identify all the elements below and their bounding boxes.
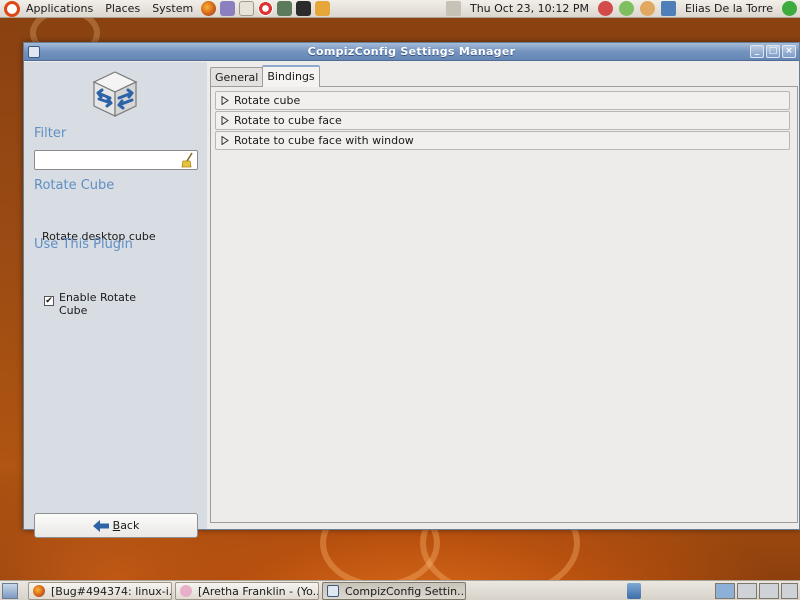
minimize-button[interactable]: _ [750,45,764,58]
pidgin-launcher-icon[interactable] [220,1,236,16]
filter-input[interactable] [34,150,198,170]
enable-plugin-checkbox[interactable]: ✔ [44,296,54,306]
window-titlebar[interactable]: CompizConfig Settings Manager _ □ × [24,43,799,61]
tab-general[interactable]: General [210,67,264,87]
terminal-launcher-icon[interactable] [296,1,312,16]
show-desktop-icon[interactable] [2,583,18,599]
binding-rotate-cube[interactable]: Rotate cube [215,91,790,110]
task-label: CompizConfig Settin... [345,584,466,598]
expander-arrow-icon[interactable] [221,116,229,125]
use-plugin-heading: Use This Plugin [34,237,133,252]
player-icon [180,585,192,597]
sidebar: Filter Rotate Cube Rotate desktop cube U… [24,62,207,538]
tab-bindings[interactable]: Bindings [262,65,320,87]
task-label: [Aretha Franklin - (Yo... [198,584,319,598]
expander-arrow-icon[interactable] [221,136,229,145]
menu-system[interactable]: System [146,0,199,18]
enable-plugin-label[interactable]: Enable Rotate Cube [59,291,149,317]
maximize-button[interactable]: □ [766,45,780,58]
workspace-1[interactable] [715,583,735,599]
firefox-launcher-icon[interactable] [201,1,217,16]
ccsm-icon [327,585,339,597]
plugin-heading: Rotate Cube [34,178,115,193]
binding-rotate-to-face-with-window[interactable]: Rotate to cube face with window [215,131,790,150]
trash-icon[interactable] [627,583,641,599]
binding-rotate-to-face[interactable]: Rotate to cube face [215,111,790,130]
logout-icon[interactable] [782,1,797,16]
help-launcher-icon[interactable] [258,1,274,16]
top-panel: Applications Places System Thu Oct 23, 1… [0,0,800,18]
back-button-label: Back [112,519,140,532]
ccsm-window: CompizConfig Settings Manager _ □ × Filt… [23,42,800,538]
task-music-player[interactable]: [Aretha Franklin - (Yo... [175,582,319,600]
clear-filter-icon[interactable] [181,152,195,168]
tab-bar: General Bindings [210,65,320,87]
menu-applications[interactable]: Applications [20,0,99,18]
task-bug-report[interactable]: [Bug#494374: linux-i... [28,582,172,600]
volume-icon[interactable] [445,1,461,16]
user-name[interactable]: Elias De la Torre [679,0,779,18]
calculator-launcher-icon[interactable] [277,1,293,16]
workspace-4[interactable] [781,583,798,599]
menu-places[interactable]: Places [99,0,146,18]
expander-arrow-icon[interactable] [221,96,229,105]
power-icon[interactable] [597,1,613,16]
task-label: [Bug#494374: linux-i... [51,584,172,598]
network-icon[interactable] [660,1,676,16]
firefox-icon [33,585,45,597]
rotate-cube-plugin-icon [92,71,138,117]
close-button[interactable]: × [782,45,796,58]
window-title: CompizConfig Settings Manager [307,45,516,58]
binding-label: Rotate to cube face [234,114,342,127]
binding-label: Rotate to cube face with window [234,134,414,147]
workspace-2[interactable] [737,583,757,599]
back-arrow-icon [92,519,109,532]
filter-heading: Filter [34,126,67,141]
binding-label: Rotate cube [234,94,301,107]
bindings-panel: Rotate cube Rotate to cube face Rotate t… [210,86,798,523]
workspace-3[interactable] [759,583,779,599]
home-launcher-icon[interactable] [239,1,255,16]
search-icon[interactable] [639,1,655,16]
keys-launcher-icon[interactable] [315,1,331,16]
bottom-panel: [Bug#494374: linux-i... [Aretha Franklin… [0,580,800,600]
task-ccsm[interactable]: CompizConfig Settin... [322,582,466,600]
status-icon[interactable] [618,1,634,16]
clock[interactable]: Thu Oct 23, 10:12 PM [464,0,595,18]
ubuntu-logo-icon[interactable] [4,0,20,17]
back-button[interactable]: Back [34,513,198,538]
